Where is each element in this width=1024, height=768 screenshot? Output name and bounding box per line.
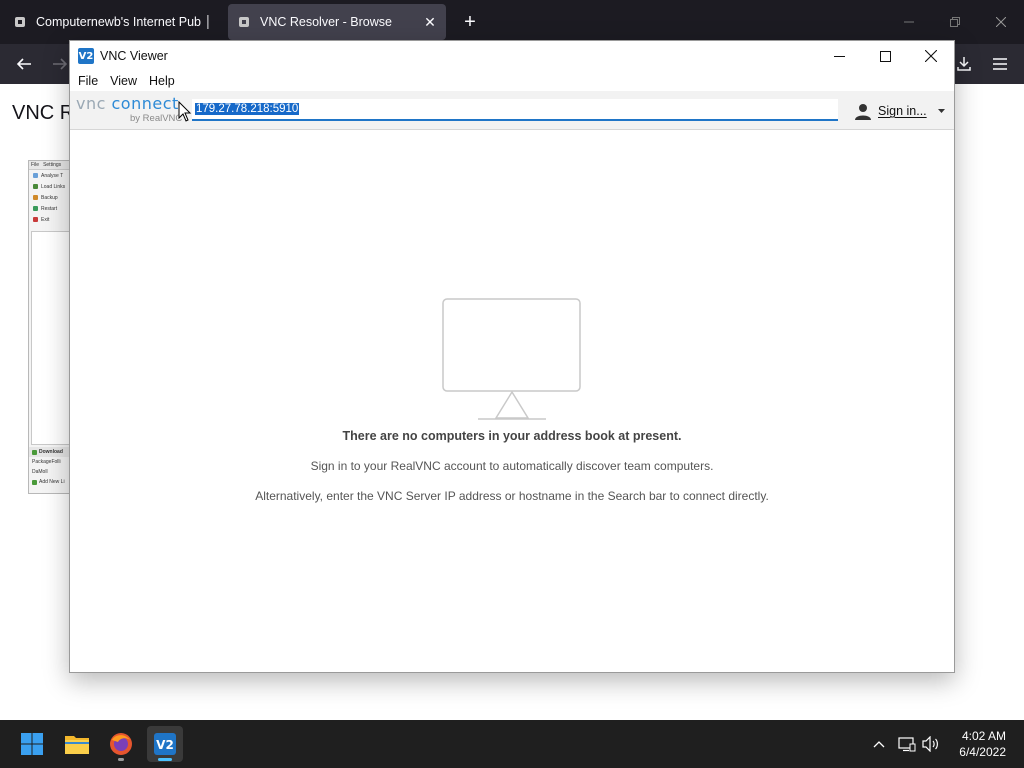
vnc-resolver-favicon-icon xyxy=(236,14,252,30)
thumbnail-item: Restart xyxy=(29,203,69,214)
taskbar: V2 4:02 AM 6/4/2022 xyxy=(0,720,1024,768)
active-indicator xyxy=(158,758,172,761)
thumbnail-item: Load Links xyxy=(29,181,69,192)
back-arrow-icon[interactable] xyxy=(12,52,36,76)
file-explorer-icon[interactable] xyxy=(59,726,95,762)
svg-text:V2: V2 xyxy=(156,738,174,752)
thumbnail-item: Exit xyxy=(29,214,69,225)
network-icon[interactable] xyxy=(896,732,918,756)
volume-icon[interactable] xyxy=(920,732,942,756)
browser-close-icon[interactable] xyxy=(978,0,1024,44)
start-windows-icon[interactable] xyxy=(14,726,50,762)
system-clock[interactable]: 4:02 AM 6/4/2022 xyxy=(959,728,1006,760)
pub-favicon-icon xyxy=(12,14,28,30)
search-input-value: 179.27.78.218:5910 xyxy=(195,103,300,115)
thumbnail-list-area xyxy=(31,231,69,445)
browser-minimize-icon[interactable] xyxy=(886,0,932,44)
page-heading: VNC R xyxy=(12,102,72,124)
tab-title: Computernewb's Internet Pub │ xyxy=(36,15,213,29)
vnc-viewer-window: V2 VNC Viewer File View Help vnc connect… xyxy=(69,40,955,673)
menu-view[interactable]: View xyxy=(110,71,144,91)
browser-tab-bar: Computernewb's Internet Pub │ VNC Resolv… xyxy=(0,0,1024,44)
logo-connect-text: connect xyxy=(111,94,179,113)
window-title: VNC Viewer xyxy=(100,49,168,63)
chevron-down-icon[interactable] xyxy=(933,106,949,116)
downloads-icon[interactable] xyxy=(952,52,976,76)
vnc-viewer-taskbar-icon[interactable]: V2 xyxy=(147,726,183,762)
sign-in-label: Sign in... xyxy=(878,104,927,118)
browser-window-controls xyxy=(886,0,1024,44)
thumbnail-item: Analyse T xyxy=(29,170,69,181)
vnc-menubar: File View Help xyxy=(70,71,954,91)
firefox-icon[interactable] xyxy=(103,726,139,762)
thumbnail-footer: Download PackageFolli DaMoll Add New Li xyxy=(29,447,69,487)
browser-restore-icon[interactable] xyxy=(932,0,978,44)
chevron-up-icon[interactable] xyxy=(870,732,888,756)
empty-monitor-icon xyxy=(442,298,581,420)
new-tab-button[interactable]: + xyxy=(458,10,482,34)
user-avatar-icon xyxy=(855,104,871,120)
empty-state-search-hint: Alternatively, enter the VNC Server IP a… xyxy=(255,489,769,503)
close-icon[interactable] xyxy=(908,41,954,71)
menu-help[interactable]: Help xyxy=(149,71,182,91)
clock-time: 4:02 AM xyxy=(961,729,1006,743)
vnc-app-icon: V2 xyxy=(78,48,94,64)
sign-in-button[interactable]: Sign in... xyxy=(854,101,949,121)
page-screenshot-thumbnail: File Settings Analyse T Load Links Backu… xyxy=(28,160,70,494)
vnc-title-bar[interactable]: V2 VNC Viewer xyxy=(70,41,954,71)
vnc-connect-logo: vnc connect by RealVNC xyxy=(76,94,186,124)
tab-title: VNC Resolver - Browse xyxy=(260,15,392,29)
logo-by-text: by RealVNC xyxy=(130,113,183,124)
maximize-icon[interactable] xyxy=(862,41,908,71)
logo-vnc-text: vnc xyxy=(76,94,106,113)
search-input[interactable]: 179.27.78.218:5910 xyxy=(192,99,838,121)
thumbnail-item: Backup xyxy=(29,192,69,203)
address-book-area: There are no computers in your address b… xyxy=(70,131,954,672)
running-indicator xyxy=(118,758,124,761)
menu-file[interactable]: File xyxy=(78,71,105,91)
hamburger-menu-icon[interactable] xyxy=(988,52,1012,76)
empty-state-signin-hint: Sign in to your RealVNC account to autom… xyxy=(310,459,714,473)
empty-state-heading: There are no computers in your address b… xyxy=(342,429,682,443)
mouse-cursor-icon xyxy=(178,101,192,122)
clock-date: 6/4/2022 xyxy=(959,745,1006,759)
browser-tab-vnc-resolver[interactable]: VNC Resolver - Browse ✕ xyxy=(228,4,446,40)
vnc-toolbar: vnc connect by RealVNC 179.27.78.218:591… xyxy=(70,91,954,130)
browser-tab-internet-pub[interactable]: Computernewb's Internet Pub │ xyxy=(4,4,224,40)
thumbnail-menu-item: Settings xyxy=(43,162,62,168)
minimize-icon[interactable] xyxy=(816,41,862,71)
thumbnail-menubar: File Settings xyxy=(29,161,69,170)
close-tab-icon[interactable]: ✕ xyxy=(422,14,438,31)
thumbnail-menu-item: File xyxy=(31,162,40,168)
